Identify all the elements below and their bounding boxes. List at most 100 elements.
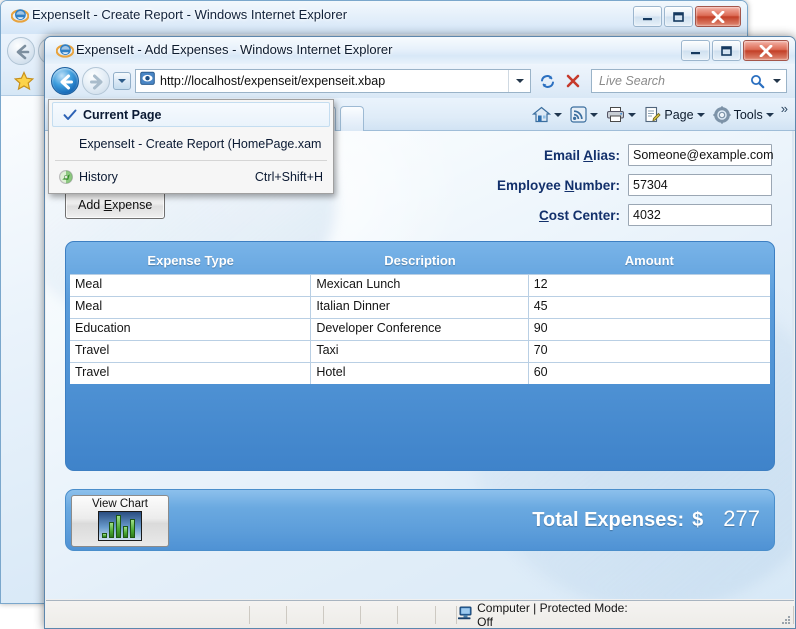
status-segment <box>667 606 794 624</box>
status-segment <box>287 606 324 624</box>
menu-item-current-page[interactable]: Current Page <box>52 102 330 127</box>
menu-item-create-report-page[interactable]: ExpenseIt - Create Report (HomePage.xam <box>49 131 333 157</box>
email-alias-label: Email Alias: <box>544 148 620 163</box>
minimize-button[interactable] <box>681 40 710 61</box>
form-row-cost-center: Cost Center: 4032 <box>497 204 772 226</box>
status-bar: Computer | Protected Mode: Off <box>46 600 794 628</box>
employee-number-input[interactable]: 57304 <box>628 174 772 196</box>
cell-expense-type: Travel <box>70 363 311 384</box>
back-arrow-icon <box>52 68 80 96</box>
cell-description: Italian Dinner <box>311 297 528 318</box>
maximize-icon <box>673 12 684 22</box>
chevron-down-icon <box>697 113 705 117</box>
search-provider-dropdown[interactable] <box>768 79 786 83</box>
forward-arrow-icon <box>83 68 111 96</box>
cell-expense-type: Meal <box>70 297 311 318</box>
page-content: Email Alias: Someone@example.com Employe… <box>46 131 794 599</box>
stop-button[interactable] <box>561 69 585 93</box>
close-button[interactable] <box>695 6 741 27</box>
address-input[interactable]: http://localhost/expenseit/expenseit.xba… <box>135 69 531 93</box>
cell-description: Taxi <box>311 341 528 362</box>
tools-menu-button[interactable]: Tools <box>709 104 778 126</box>
search-button[interactable] <box>746 74 768 89</box>
table-row[interactable]: Education Developer Conference 90 <box>70 318 770 340</box>
chevron-down-icon <box>628 113 636 117</box>
menu-item-history[interactable]: History Ctrl+Shift+H <box>49 164 333 190</box>
cell-amount: 70 <box>529 341 770 362</box>
add-expense-button[interactable]: Add Expense <box>65 191 165 219</box>
view-chart-button[interactable]: View Chart <box>71 495 169 547</box>
cost-center-input[interactable]: 4032 <box>628 204 772 226</box>
window-controls[interactable] <box>681 40 789 61</box>
search-placeholder: Live Search <box>599 74 746 88</box>
column-header-amount[interactable]: Amount <box>529 253 770 268</box>
search-input[interactable]: Live Search <box>591 69 787 93</box>
minimize-icon <box>690 46 701 55</box>
status-segment <box>436 606 458 624</box>
form-row-email-alias: Email Alias: Someone@example.com <box>497 144 772 166</box>
chevron-down-icon <box>590 113 598 117</box>
total-expenses-display: Total Expenses: $ 277 <box>532 506 760 532</box>
back-button[interactable] <box>51 67 79 95</box>
maximize-icon <box>721 46 732 56</box>
new-tab-button[interactable] <box>340 106 364 131</box>
maximize-button[interactable] <box>712 40 741 61</box>
table-row[interactable]: Travel Hotel 60 <box>70 362 770 384</box>
chevron-down-icon <box>516 79 524 83</box>
command-bar-overflow-button[interactable]: » <box>778 101 791 116</box>
expense-form: Email Alias: Someone@example.com Employe… <box>497 144 772 234</box>
cell-description: Developer Conference <box>311 319 528 340</box>
total-panel: View Chart Total Expenses: $ 277 <box>65 489 775 551</box>
table-row[interactable]: Travel Taxi 70 <box>70 340 770 362</box>
printer-icon <box>606 106 625 123</box>
close-icon <box>711 11 725 23</box>
cell-amount: 12 <box>529 275 770 296</box>
background-back-button[interactable] <box>7 37 35 65</box>
employee-number-label: Employee Number: <box>497 178 620 193</box>
column-header-expense-type[interactable]: Expense Type <box>70 253 311 268</box>
menu-item-label: ExpenseIt - Create Report (HomePage.xam <box>79 137 333 151</box>
cell-amount: 45 <box>529 297 770 318</box>
print-button[interactable] <box>602 104 640 125</box>
menu-item-shortcut: Ctrl+Shift+H <box>255 170 333 184</box>
table-row[interactable]: Meal Mexican Lunch 12 <box>70 274 770 296</box>
total-expenses-label: Total Expenses: <box>532 509 684 532</box>
page-scrollbar[interactable] <box>792 131 794 599</box>
home-icon <box>532 106 551 123</box>
refresh-button[interactable] <box>535 69 559 93</box>
recent-pages-dropdown[interactable] <box>113 72 131 90</box>
background-window-title: ExpenseIt - Create Report - Windows Inte… <box>32 7 347 22</box>
close-button[interactable] <box>743 40 789 61</box>
page-menu-button[interactable]: Page <box>640 104 708 125</box>
background-window-controls[interactable] <box>633 6 741 27</box>
rss-feed-icon <box>570 106 587 123</box>
menu-item-label: Current Page <box>83 108 329 122</box>
security-zone-status[interactable]: Computer | Protected Mode: Off <box>457 601 643 629</box>
magnifier-icon <box>750 74 765 89</box>
resize-grip-icon[interactable] <box>779 614 792 627</box>
favorites-star-icon[interactable] <box>13 70 35 92</box>
cell-amount: 60 <box>529 363 770 384</box>
refresh-icon <box>539 73 556 90</box>
ie-logo-icon <box>11 6 29 29</box>
table-row[interactable]: Meal Italian Dinner 45 <box>70 296 770 318</box>
expense-grid-header: Expense Type Description Amount <box>70 246 770 274</box>
address-dropdown-button[interactable] <box>508 70 530 92</box>
status-segment <box>398 606 435 624</box>
cost-center-label: Cost Center: <box>539 208 620 223</box>
menu-separator <box>55 160 327 161</box>
home-button[interactable] <box>528 104 566 125</box>
feeds-button[interactable] <box>566 104 602 125</box>
forward-button[interactable] <box>82 67 110 95</box>
back-arrow-icon <box>8 38 36 66</box>
chevron-down-icon <box>554 113 562 117</box>
chevron-down-icon <box>118 79 126 83</box>
email-alias-input[interactable]: Someone@example.com <box>628 144 772 166</box>
address-url-text: http://localhost/expenseit/expenseit.xba… <box>160 74 508 88</box>
current-page-dropdown-menu[interactable]: Current Page ExpenseIt - Create Report (… <box>48 99 334 194</box>
form-row-employee-number: Employee Number: 57304 <box>497 174 772 196</box>
column-header-description[interactable]: Description <box>311 253 528 268</box>
minimize-button[interactable] <box>633 6 662 27</box>
maximize-button[interactable] <box>664 6 693 27</box>
address-bar-row: http://localhost/expenseit/expenseit.xba… <box>45 64 795 98</box>
